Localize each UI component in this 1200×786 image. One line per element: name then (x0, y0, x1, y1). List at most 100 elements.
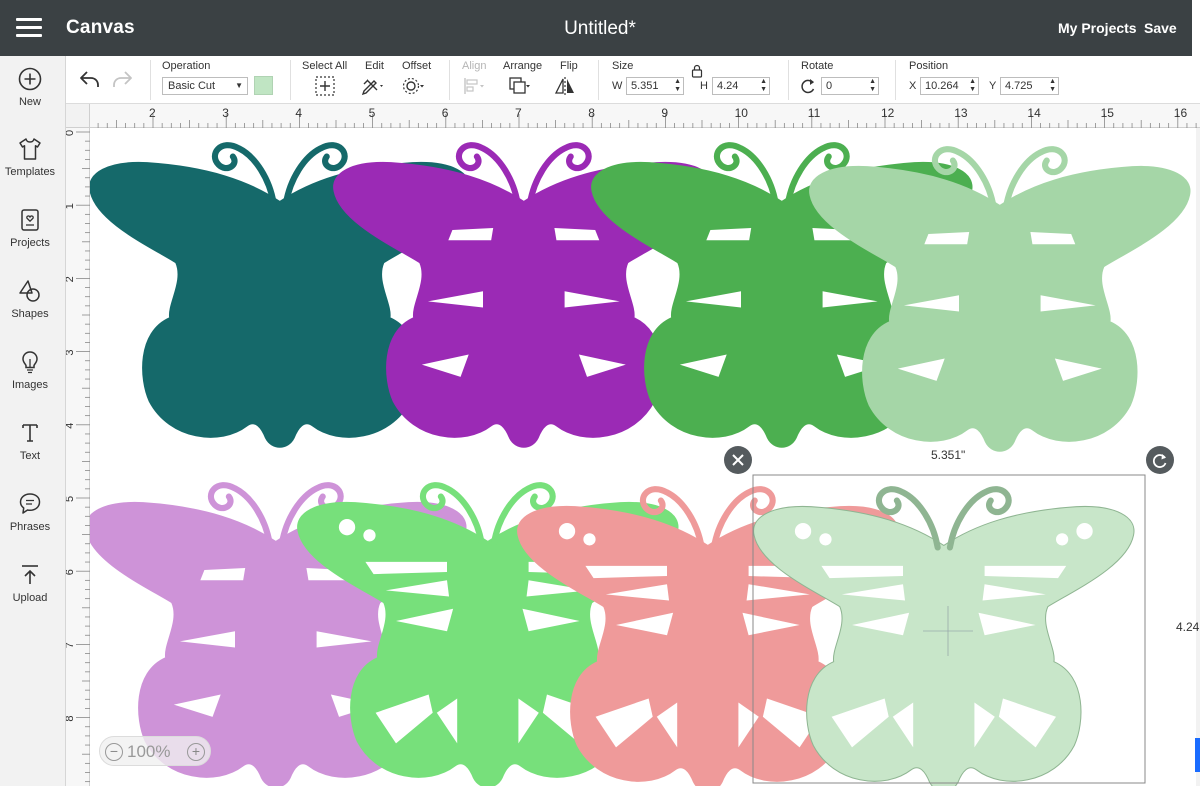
my-projects-button[interactable]: My Projects (1058, 20, 1137, 36)
selection-height-label: 4.24 (1176, 620, 1200, 634)
sidebar-item-upload[interactable]: Upload (0, 562, 60, 604)
width-value: 5.351 (631, 80, 659, 92)
selection-width-label: 5.351" (931, 448, 966, 462)
design-canvas[interactable] (90, 128, 1200, 786)
save-button[interactable]: Save (1144, 20, 1177, 36)
position-y-input[interactable]: 4.725 ▲ ▼ (1000, 77, 1059, 95)
offset-label: Offset (402, 60, 432, 72)
rotate-icon (1152, 454, 1167, 468)
ruler-label: 5 (369, 106, 376, 120)
sidebar-item-label: Upload (12, 592, 48, 604)
align-icon[interactable] (462, 75, 486, 97)
select-all-icon[interactable] (313, 75, 337, 97)
side-panel-tab[interactable] (1195, 738, 1200, 772)
height-input[interactable]: 4.24 ▲ ▼ (712, 77, 770, 95)
ruler-label: 7 (66, 642, 76, 648)
lightbulb-icon (22, 351, 38, 374)
operation-select[interactable]: Basic Cut ▼ (162, 77, 248, 95)
rotate-icon (801, 79, 815, 94)
undo-icon[interactable] (78, 68, 102, 90)
sidebar-item-label: Projects (10, 237, 50, 249)
edit-tools-icon[interactable] (360, 75, 384, 97)
rotate-input[interactable]: 0 ▲ ▼ (821, 77, 879, 95)
align-label: Align (462, 60, 487, 72)
ruler-label: 12 (881, 106, 895, 120)
position-x-value: 10.264 (925, 80, 959, 92)
vertical-ruler-ticks: 0 1 2 3 4 5 6 7 8 (64, 130, 90, 783)
ruler-label: 15 (1101, 106, 1115, 120)
ruler-label: 9 (661, 106, 668, 120)
operation-value: Basic Cut (168, 80, 216, 92)
operation-label: Operation (162, 60, 211, 72)
left-sidebar: New Templates Projects Shapes Images Tex… (0, 56, 66, 786)
stepper-arrows-icon[interactable]: ▲ ▼ (760, 78, 767, 94)
select-all-label: Select All (302, 60, 348, 72)
ruler-corner (66, 104, 90, 128)
plus-circle-icon (18, 67, 42, 91)
ruler-label: 16 (1174, 106, 1188, 120)
sidebar-item-phrases[interactable]: Phrases (0, 491, 60, 533)
arrange-label: Arrange (503, 60, 543, 72)
zoom-control: − 100% + (99, 736, 211, 766)
toolbar-separator (290, 60, 291, 100)
ruler-label: 4 (66, 423, 76, 429)
zoom-out-button[interactable]: − (105, 743, 123, 761)
sidebar-item-new[interactable]: New (0, 66, 60, 108)
rotate-label: Rotate (801, 60, 834, 72)
sidebar-item-text[interactable]: Text (0, 420, 60, 462)
ruler-label: 3 (66, 349, 76, 355)
stepper-arrows-icon[interactable]: ▲ ▼ (969, 78, 976, 94)
x-letter: X (909, 80, 917, 92)
rotate-selection-button[interactable] (1146, 446, 1174, 474)
sidebar-item-label: Text (19, 450, 41, 462)
stepper-arrows-icon[interactable]: ▲ ▼ (1049, 78, 1056, 94)
ruler-label: 0 (66, 130, 76, 136)
redo-icon[interactable] (110, 68, 134, 90)
width-letter: W (612, 80, 623, 92)
ruler-label: 14 (1027, 106, 1041, 120)
ruler-label: 4 (295, 106, 302, 120)
edit-toolbar: Operation Basic Cut ▼ Select All Edit Of… (66, 56, 1200, 104)
stepper-arrows-icon[interactable]: ▲ ▼ (674, 78, 681, 94)
edit-label: Edit (365, 60, 384, 72)
delete-selection-button[interactable] (724, 446, 752, 474)
sidebar-item-label: Images (11, 379, 49, 391)
toolbar-separator (895, 60, 896, 100)
sidebar-item-templates[interactable]: Templates (0, 136, 60, 178)
operation-color-swatch[interactable] (254, 76, 273, 95)
rotate-value: 0 (826, 80, 833, 92)
ruler-label: 6 (442, 106, 449, 120)
zoom-level: 100% (127, 742, 171, 761)
position-y-value: 4.725 (1005, 80, 1033, 92)
position-x-input[interactable]: 10.264 ▲ ▼ (920, 77, 979, 95)
toolbar-separator (150, 60, 151, 100)
flip-icon[interactable] (553, 75, 577, 97)
ruler-label: 6 (66, 569, 76, 575)
lock-icon[interactable] (690, 64, 704, 78)
canvas-artwork (90, 128, 1200, 786)
flip-label: Flip (560, 60, 578, 72)
height-value: 4.24 (717, 80, 739, 92)
ruler-label: 11 (808, 106, 821, 120)
y-letter: Y (989, 80, 997, 92)
sidebar-item-projects[interactable]: Projects (0, 207, 60, 249)
sidebar-item-label: New (18, 96, 41, 108)
ruler-label: 2 (66, 276, 76, 282)
width-input[interactable]: 5.351 ▲ ▼ (626, 77, 684, 95)
stepper-arrows-icon[interactable]: ▲ ▼ (869, 78, 876, 94)
text-icon (22, 424, 38, 442)
sidebar-item-label: Templates (4, 166, 56, 178)
document-title: Untitled* (564, 18, 636, 39)
arrange-icon[interactable] (507, 75, 531, 97)
offset-icon[interactable] (401, 75, 425, 97)
header-edge (1192, 0, 1200, 56)
zoom-in-button[interactable]: + (187, 743, 205, 761)
sidebar-item-label: Shapes (11, 308, 49, 320)
sidebar-item-shapes[interactable]: Shapes (0, 278, 60, 320)
position-label: Position (909, 60, 949, 72)
sidebar-item-images[interactable]: Images (0, 349, 60, 391)
top-header: Canvas Untitled* My Projects Save (0, 0, 1200, 56)
shapes-icon (19, 280, 40, 302)
sidebar-item-label: Phrases (9, 521, 51, 533)
toolbar-separator (598, 60, 599, 100)
